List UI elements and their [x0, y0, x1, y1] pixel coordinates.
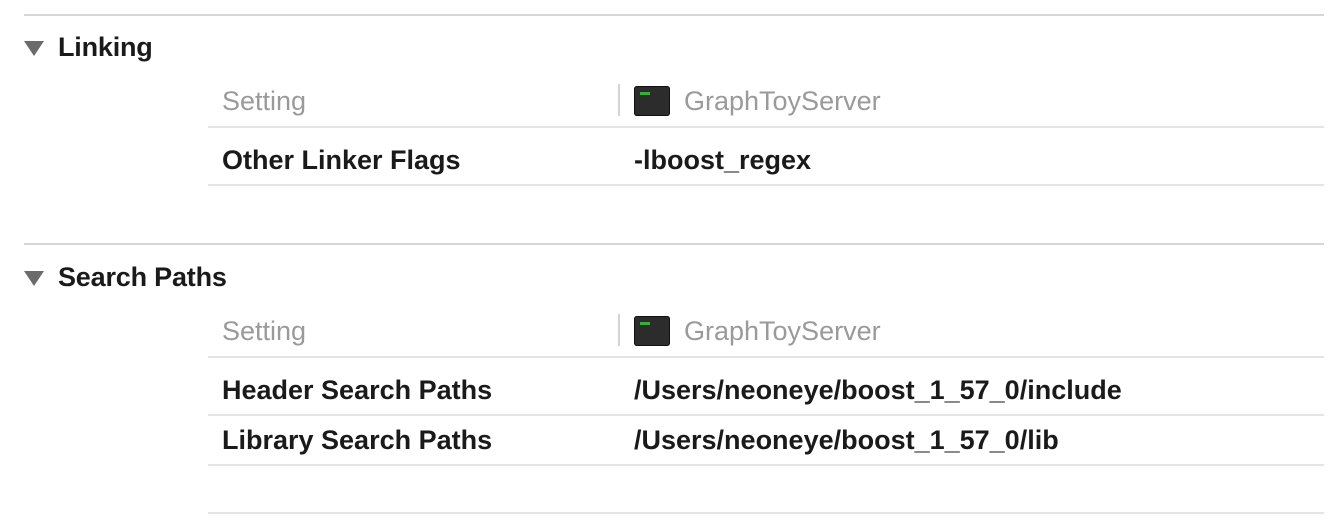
- disclosure-triangle-icon[interactable]: [24, 270, 44, 286]
- setting-column-label: Setting: [222, 85, 307, 116]
- section-title: Linking: [58, 31, 153, 62]
- setting-name: Header Search Paths: [208, 366, 620, 414]
- terminal-icon: [634, 86, 670, 116]
- setting-name-label: Header Search Paths: [222, 374, 493, 405]
- setting-value[interactable]: /Users/neoneye/boost_1_57_0/lib: [620, 416, 1059, 464]
- target-name: GraphToyServer: [684, 85, 881, 116]
- terminal-icon: [634, 316, 670, 346]
- target-name: GraphToyServer: [684, 315, 881, 346]
- section-separator: [24, 14, 1324, 16]
- setting-name-label: Library Search Paths: [222, 424, 493, 455]
- setting-column-header[interactable]: Setting: [208, 306, 620, 356]
- table-bottom-divider: [208, 512, 1324, 514]
- setting-value-text: /Users/neoneye/boost_1_57_0/lib: [634, 424, 1059, 455]
- setting-column-label: Setting: [222, 315, 307, 346]
- table-row[interactable]: Library Search Paths /Users/neoneye/boos…: [208, 416, 1324, 466]
- table-row[interactable]: Other Linker Flags -lboost_regex: [208, 136, 1324, 186]
- section-separator: [24, 243, 1324, 245]
- table-row[interactable]: Header Search Paths /Users/neoneye/boost…: [208, 366, 1324, 416]
- section-header-linking[interactable]: Linking: [24, 30, 153, 64]
- column-header-row: Setting GraphToyServer: [208, 306, 1324, 358]
- setting-column-header[interactable]: Setting: [208, 76, 620, 126]
- target-column-header[interactable]: GraphToyServer: [620, 76, 881, 126]
- section-header-search-paths[interactable]: Search Paths: [24, 260, 227, 294]
- setting-value[interactable]: /Users/neoneye/boost_1_57_0/include: [620, 366, 1122, 414]
- column-header-row: Setting GraphToyServer: [208, 76, 1324, 128]
- section-title: Search Paths: [58, 261, 227, 292]
- setting-name: Library Search Paths: [208, 416, 620, 464]
- setting-value[interactable]: -lboost_regex: [620, 136, 811, 184]
- setting-name-label: Other Linker Flags: [222, 144, 461, 175]
- target-column-header[interactable]: GraphToyServer: [620, 306, 881, 356]
- setting-name: Other Linker Flags: [208, 136, 620, 184]
- setting-value-text: /Users/neoneye/boost_1_57_0/include: [634, 374, 1122, 405]
- disclosure-triangle-icon[interactable]: [24, 40, 44, 56]
- setting-value-text: -lboost_regex: [634, 144, 812, 175]
